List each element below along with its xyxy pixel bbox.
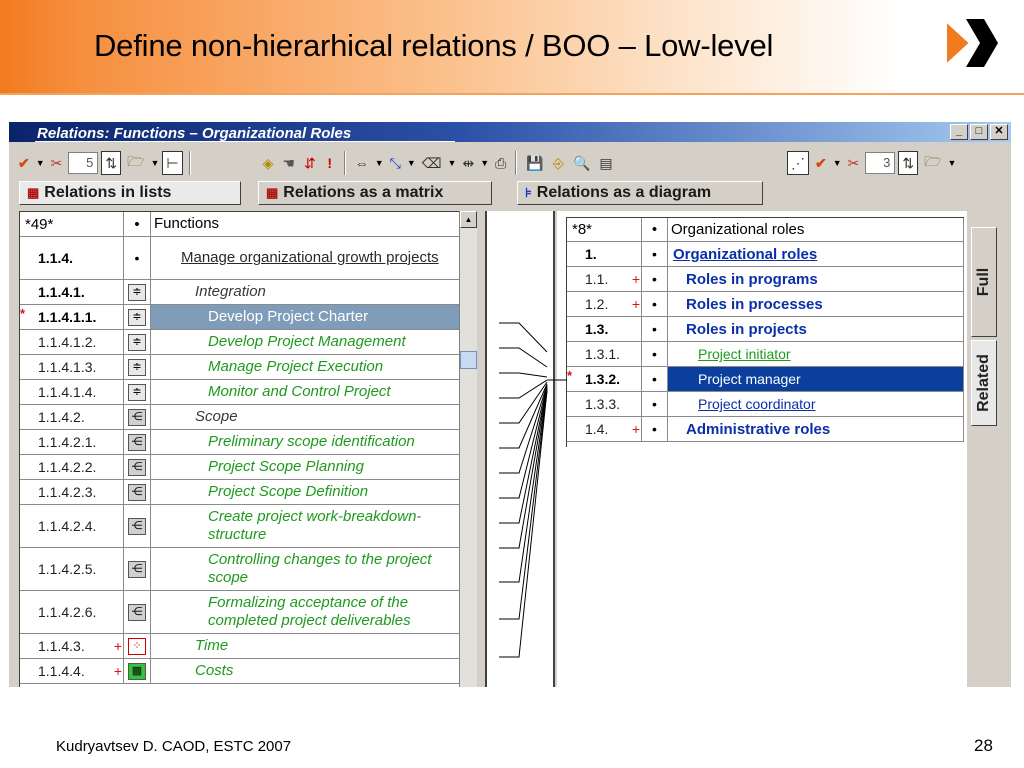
page-number: 28 <box>974 736 993 755</box>
app-window: Relations: Functions – Organizational Ro… <box>9 122 1011 687</box>
slide-title: Define non-hierarhical relations / BOO –… <box>94 28 774 63</box>
relation-line <box>499 387 548 549</box>
slide-header: Define non-hierarhical relations / BOO –… <box>0 0 1024 93</box>
footer-author: Kudryavtsev D. CAOD, ESTC 2007 <box>56 738 292 755</box>
relation-line <box>499 379 548 399</box>
logo-arrows-icon <box>945 18 998 68</box>
header-rule <box>0 93 1024 95</box>
relation-line <box>499 372 548 378</box>
relation-lines <box>499 322 567 658</box>
relation-line <box>499 347 548 368</box>
